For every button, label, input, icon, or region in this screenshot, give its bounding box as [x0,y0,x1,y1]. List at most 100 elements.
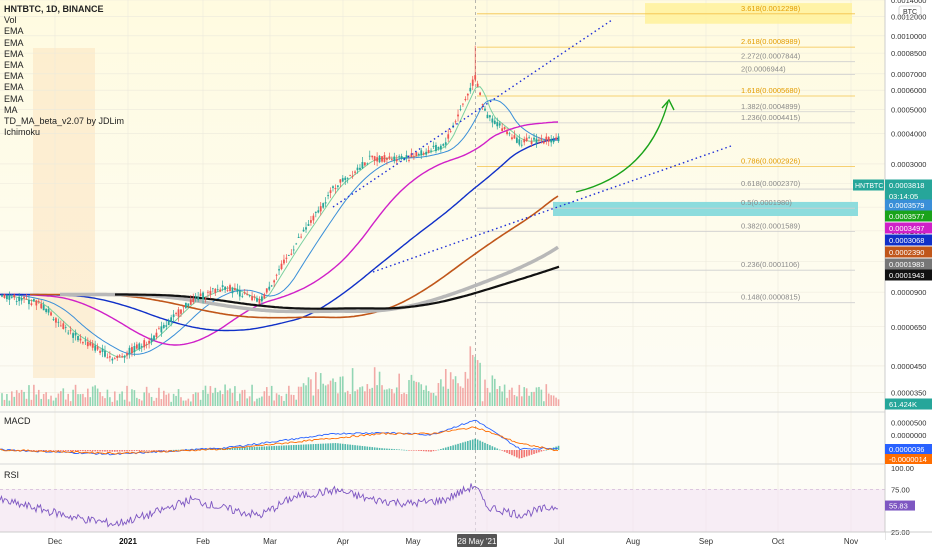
candle-body [290,253,293,255]
volume-bar [109,397,111,406]
candle-body [322,203,325,208]
macd-histogram-bar [79,450,82,452]
macd-histogram-bar [476,439,479,450]
candle-body [484,108,486,111]
volume-bar [37,389,40,406]
macd-histogram-bar [251,446,253,450]
indicator-label[interactable]: TD_MA_beta_v2.07 by JDLim [4,116,124,127]
rsi-tag-value: 55.83 [889,502,908,511]
macd-histogram-bar [535,450,538,454]
candle-body [72,333,75,338]
volume-bar [265,387,268,406]
macd-label[interactable]: MACD [4,416,31,426]
volume-bar [371,387,374,406]
macd-histogram-bar [89,450,92,452]
macd-histogram-bar [270,446,273,450]
x-tick-label: 2021 [119,537,137,546]
volume-bar [177,389,180,406]
volume-bar [498,386,501,406]
volume-bar [18,393,20,406]
candle-body [295,243,298,245]
indicator-label[interactable]: EMA [4,38,124,49]
indicator-label[interactable]: EMA [4,60,124,71]
indicator-label[interactable]: EMA [4,82,124,93]
volume-bar [6,394,8,406]
candle-body [408,160,410,162]
volume-bar [84,397,87,406]
volume-bar [69,401,72,406]
volume-bar [175,395,177,406]
macd-histogram-bar [261,446,263,450]
volume-bar [67,393,69,406]
macd-histogram-bar [99,450,101,452]
volume-bar [471,354,474,406]
candle-body [57,321,60,323]
volume-bar [219,390,222,406]
indicator-label[interactable]: Vol [4,15,124,26]
volume-bar [199,399,202,406]
volume-bar [462,387,464,406]
volume-bar [231,392,234,406]
candle-body [283,259,285,264]
candle-body [447,134,450,139]
candle-body [263,294,266,299]
candle-body [167,320,170,326]
rsi-band [0,489,885,532]
volume-bar [454,376,457,406]
volume-bar [523,387,526,406]
candle-body [23,296,25,299]
candle-body [13,294,16,298]
candle-body [104,350,106,357]
candle-body [511,137,513,140]
candle-body [319,206,322,212]
volume-bar [550,395,552,406]
candle-body [515,137,518,143]
macd-histogram-bar [317,443,320,450]
macd-histogram-bar [33,450,35,451]
candle-body [69,330,72,332]
candle-body [175,313,177,314]
macd-histogram-bar [101,450,104,452]
candle-body [74,332,77,336]
volume-bar [35,394,38,406]
macd-histogram-bar [77,450,79,452]
macd-histogram-bar [69,450,72,452]
indicator-label[interactable]: Ichimoku [4,127,124,138]
candle-body [334,187,337,190]
volume-bar [192,394,195,406]
macd-histogram-bar [359,445,361,450]
candle-body [545,136,548,141]
indicator-label[interactable]: EMA [4,71,124,82]
volume-bar [30,399,33,406]
rsi-label[interactable]: RSI [4,470,19,480]
volume-bar [459,386,462,406]
volume-bar [378,371,381,406]
symbol-title: HNTBTC, 1D, BINANCE [4,4,104,14]
indicator-label[interactable]: EMA [4,94,124,105]
candle-body [302,229,305,232]
candle-body [170,317,173,322]
indicator-label[interactable]: EMA [4,26,124,37]
indicator-label[interactable]: EMA [4,49,124,60]
macd-histogram-bar [145,450,148,451]
macd-histogram-bar [474,438,476,450]
volume-bar [25,398,28,406]
candle-body [187,303,190,307]
volume-bar [422,389,425,406]
candle-body [123,356,126,358]
candle-body [155,332,158,338]
candle-body [199,293,202,297]
volume-bar [307,377,310,406]
macd-histogram-bar [427,450,430,452]
macd-histogram-bar [248,447,251,450]
candle-body [18,296,21,302]
volume-bar [62,388,65,406]
indicator-label[interactable]: MA [4,105,124,116]
macd-histogram-bar [373,447,376,450]
volume-bar [253,401,256,406]
volume-bar [354,391,356,406]
chart-canvas[interactable]: 3.618(0.0012298) 2.618(0.0008989) 2.272(0.… [0,0,932,550]
macd-histogram-bar [481,441,484,450]
candle-body [332,186,334,189]
volume-bar [189,401,192,406]
